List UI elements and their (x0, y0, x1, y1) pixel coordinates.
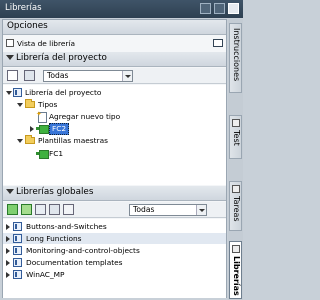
global-library-item[interactable]: Long Functions (3, 233, 226, 244)
global-library-item[interactable]: Monitoring-and-control-objects (3, 245, 226, 256)
library-icon (13, 270, 22, 279)
window-title: Librerías (5, 3, 42, 13)
library-view-icon[interactable] (213, 39, 223, 47)
float-window-icon[interactable] (200, 3, 211, 14)
expand-icon[interactable] (6, 248, 10, 254)
new-folder-icon[interactable] (7, 70, 18, 81)
library-view-label[interactable]: Vista de librería (17, 38, 75, 49)
project-library-toolbar: Todas (3, 68, 226, 84)
folder-icon (25, 135, 35, 144)
add-type-icon (36, 109, 47, 123)
library-icon (13, 88, 22, 97)
expand-icon[interactable] (6, 236, 10, 242)
tab-test[interactable]: Test (229, 115, 242, 159)
tasks-icon (232, 185, 240, 193)
open-library-icon[interactable] (21, 204, 32, 215)
project-filter-select[interactable]: Todas (43, 70, 133, 82)
open-icon[interactable] (24, 70, 35, 81)
global-library-item[interactable]: WinAC_MP (3, 269, 226, 280)
collapse-arrow-icon (6, 55, 14, 60)
test-icon (232, 119, 240, 127)
expand-icon[interactable] (6, 260, 10, 266)
project-library-header[interactable]: Librería del proyecto (3, 52, 226, 67)
new-library-icon[interactable] (7, 204, 18, 215)
global-libraries-toolbar: Todas (3, 202, 226, 218)
chevron-down-icon (122, 71, 132, 81)
library-icon (13, 234, 22, 243)
close-icon[interactable] (228, 3, 239, 14)
maximize-icon[interactable] (214, 3, 225, 14)
libraries-icon (232, 245, 240, 253)
expand-icon[interactable] (30, 126, 34, 132)
chevron-down-icon (196, 205, 206, 215)
function-block-icon (36, 125, 49, 134)
collapse-arrow-icon (6, 189, 14, 194)
tab-libraries[interactable]: Librerías (229, 241, 242, 299)
library-icon (13, 222, 22, 231)
global-library-item[interactable]: Buttons-and-Switches (3, 221, 226, 232)
function-block-icon (36, 150, 49, 159)
library-view-checkbox[interactable] (6, 39, 14, 47)
project-library-tree: Librería del proyecto Tipos Agregar nuev… (3, 85, 226, 185)
library-icon (13, 246, 22, 255)
global-filter-select[interactable]: Todas (129, 204, 207, 216)
save-library-icon[interactable] (35, 204, 46, 215)
tab-tasks[interactable]: Tareas (229, 181, 242, 231)
title-bar: Librerías (0, 0, 243, 18)
global-libraries-list: Buttons-and-Switches Long Functions Moni… (3, 219, 226, 298)
expand-icon[interactable] (17, 139, 23, 143)
expand-icon[interactable] (6, 91, 12, 95)
expand-icon[interactable] (6, 272, 10, 278)
tab-instructions[interactable]: Instrucciones (229, 23, 242, 93)
library-view-row: Vista de librería (3, 36, 226, 50)
close-library-icon[interactable] (49, 204, 60, 215)
library-icon (13, 258, 22, 267)
expand-icon[interactable] (6, 224, 10, 230)
side-tab-bar: Instrucciones Test Tareas Librerías (228, 19, 243, 300)
folder-icon (25, 99, 35, 108)
global-libraries-header[interactable]: Librerías globales (3, 186, 226, 201)
global-library-item[interactable]: Documentation templates (3, 257, 226, 268)
update-library-icon[interactable] (63, 204, 74, 215)
options-header: Opciones (3, 20, 226, 35)
expand-icon[interactable] (17, 103, 23, 107)
libraries-panel: Opciones Vista de librería Librería del … (2, 19, 227, 298)
